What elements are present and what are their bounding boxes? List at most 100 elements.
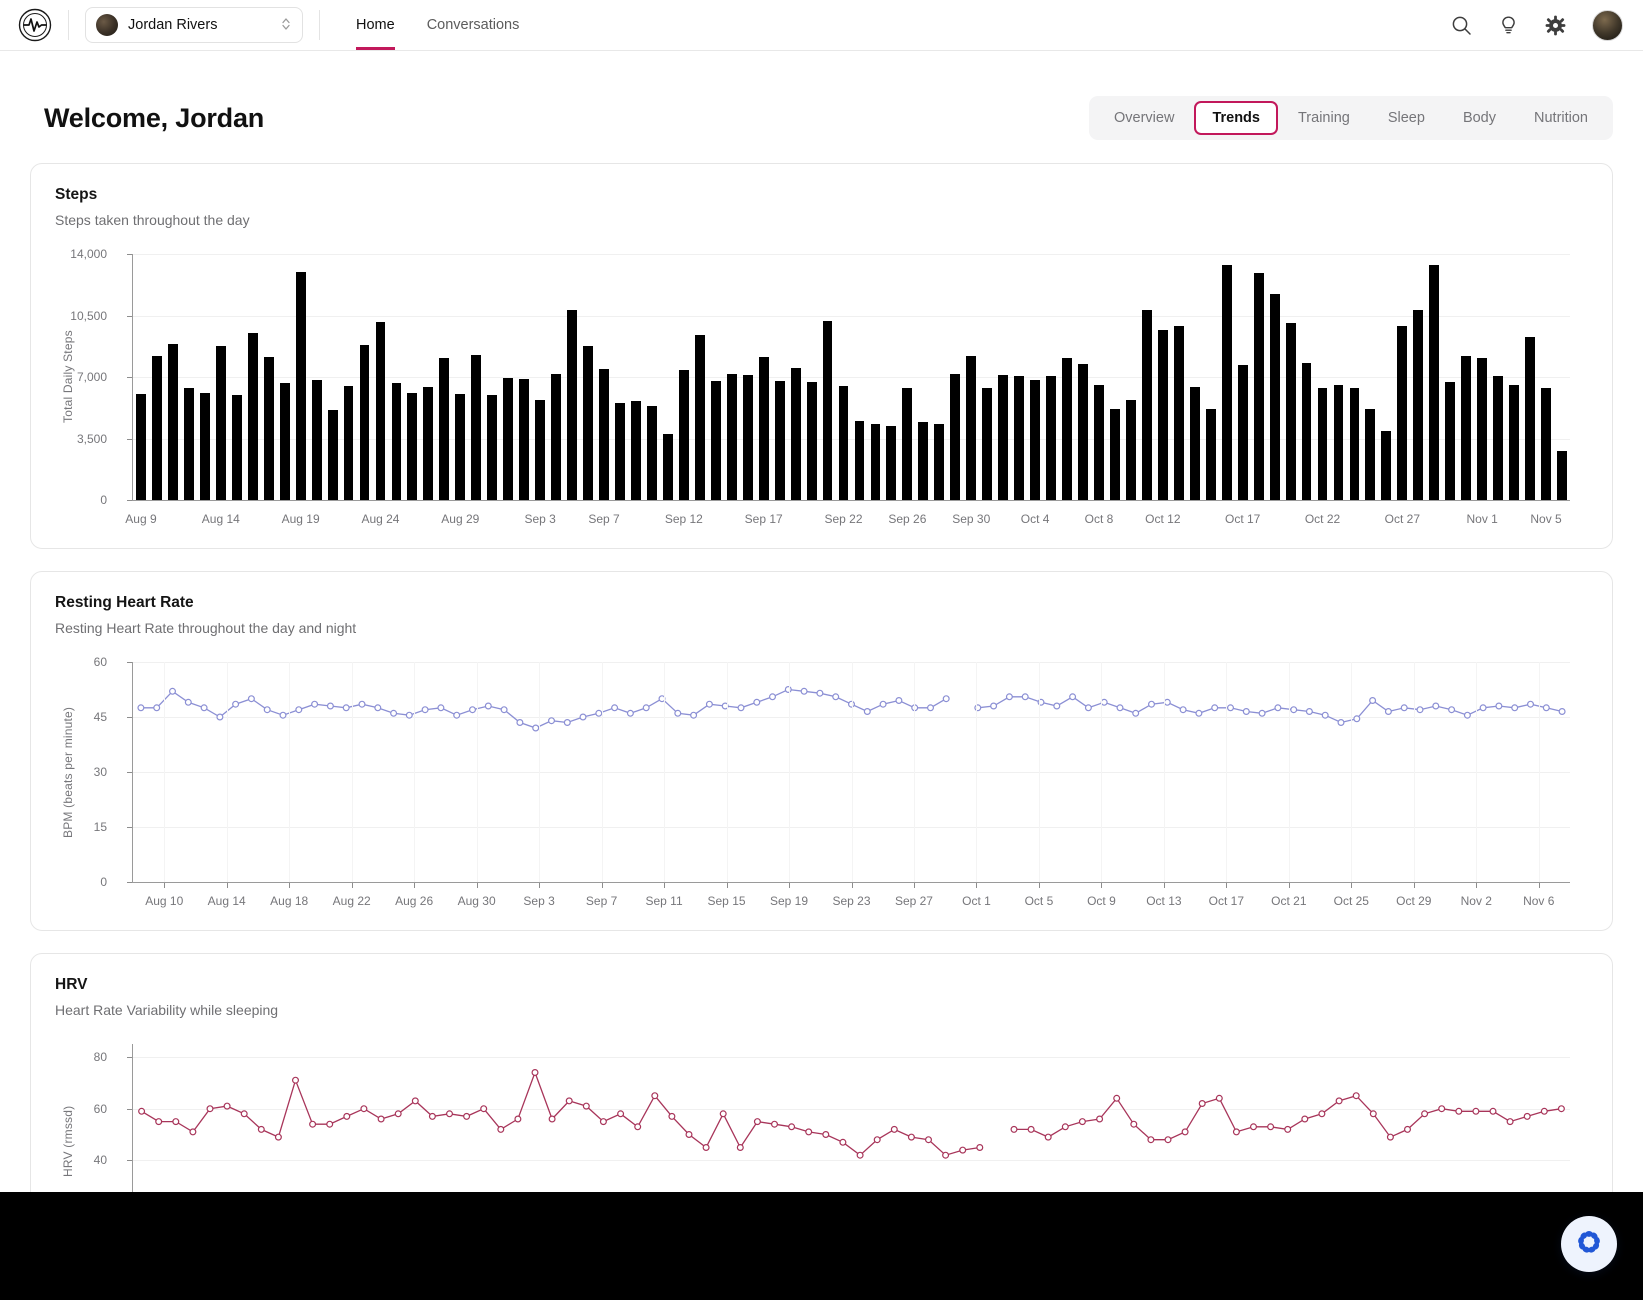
bar — [1189, 386, 1200, 500]
y-axis-spine — [132, 254, 133, 500]
y-tick-mark — [127, 1056, 132, 1058]
card-rhr-title: Resting Heart Rate — [55, 594, 194, 611]
x-tick-label: Oct 9 — [1087, 894, 1116, 908]
gridline-vertical — [1226, 662, 1228, 882]
x-tick-label: Nov 6 — [1523, 894, 1555, 908]
search-icon[interactable] — [1451, 15, 1472, 36]
gridline-vertical — [976, 662, 978, 882]
gridline-vertical — [539, 662, 541, 882]
nav-divider-right — [319, 10, 320, 40]
x-tick-mark — [1038, 883, 1040, 888]
card-rhr-subtitle: Resting Heart Rate throughout the day an… — [55, 620, 357, 636]
bar — [934, 423, 945, 500]
bar — [838, 385, 849, 500]
nav-divider-left — [68, 10, 69, 40]
bar — [503, 377, 514, 500]
gridline-vertical — [1288, 662, 1290, 882]
bar — [822, 320, 833, 500]
bar — [982, 387, 993, 500]
nav-actions — [1451, 9, 1623, 41]
x-tick-mark — [1413, 883, 1415, 888]
gridline-vertical — [351, 662, 353, 882]
x-tick-mark — [289, 883, 291, 888]
x-tick-label: Oct 29 — [1396, 894, 1432, 908]
bar — [327, 410, 338, 500]
top-navigation-bar: Jordan Rivers Home Conversations — [0, 0, 1643, 51]
user-selector[interactable]: Jordan Rivers — [85, 7, 303, 43]
y-tick-mark — [127, 772, 132, 773]
trends-tabbar: Overview Trends Training Sleep Body Nutr… — [1089, 96, 1613, 140]
bar — [774, 380, 785, 500]
y-tick-mark — [127, 717, 132, 718]
nav-link-home[interactable]: Home — [340, 0, 411, 50]
tab-training[interactable]: Training — [1280, 101, 1368, 135]
bar — [918, 421, 929, 500]
x-tick-mark — [913, 883, 915, 888]
bar — [1301, 362, 1312, 500]
bar — [854, 420, 865, 500]
viewport-bottom-mask — [0, 1192, 1643, 1300]
y-tick-label: 60 — [93, 1101, 107, 1116]
bar — [167, 343, 178, 500]
bar — [1397, 326, 1408, 500]
x-tick-label: Aug 22 — [332, 894, 371, 908]
bar — [311, 379, 322, 500]
gridline-vertical — [289, 662, 291, 882]
gridline-vertical — [913, 662, 915, 882]
x-tick-label: Oct 17 — [1208, 894, 1245, 908]
chat-launcher-button[interactable] — [1561, 1216, 1617, 1272]
x-tick-label: Sep 17 — [744, 512, 783, 526]
bar — [1381, 431, 1392, 500]
bar — [998, 375, 1009, 500]
x-tick-mark — [789, 883, 791, 888]
x-tick-label: Aug 18 — [270, 894, 309, 908]
tab-overview-label: Overview — [1114, 110, 1175, 126]
pulse-circle-logo[interactable] — [18, 8, 52, 42]
x-tick-mark — [1288, 883, 1290, 888]
tab-sleep[interactable]: Sleep — [1370, 101, 1443, 135]
nav-link-home-label: Home — [356, 17, 395, 33]
bar — [567, 310, 578, 500]
x-tick-label: Aug 14 — [207, 894, 246, 908]
bar — [1509, 384, 1520, 500]
gridline-vertical — [1101, 662, 1103, 882]
bar — [662, 434, 673, 500]
x-tick-mark — [1101, 883, 1103, 888]
x-tick-label: Oct 5 — [1024, 894, 1054, 908]
bar — [710, 381, 721, 500]
bar — [1285, 323, 1296, 500]
bar — [1541, 388, 1551, 500]
gridline-vertical — [726, 662, 728, 882]
x-tick-label: Oct 25 — [1333, 894, 1369, 908]
tab-trends[interactable]: Trends — [1194, 101, 1278, 135]
y-tick-label: 3,500 — [76, 431, 107, 446]
gridline-vertical — [1538, 662, 1540, 882]
x-tick-label: Aug 26 — [395, 894, 434, 908]
bar — [152, 355, 162, 500]
y-axis-ticks: 0 15 30 45 60 — [55, 655, 107, 918]
tab-nutrition[interactable]: Nutrition — [1516, 101, 1606, 135]
bar — [1253, 273, 1264, 500]
bar — [615, 403, 625, 500]
updown-chevron-icon — [280, 16, 292, 34]
bar — [966, 355, 977, 500]
y-tick-label: 30 — [93, 765, 107, 779]
nav-link-conversations[interactable]: Conversations — [411, 0, 536, 50]
tab-body[interactable]: Body — [1445, 101, 1514, 135]
lightbulb-icon[interactable] — [1498, 15, 1519, 36]
y-tick-mark — [127, 438, 132, 440]
tab-overview[interactable]: Overview — [1096, 101, 1192, 135]
bar — [758, 356, 769, 500]
gridline-vertical — [164, 662, 166, 882]
gridline-vertical — [789, 662, 791, 882]
steps-bar-chart: Total Daily Steps 0 3,500 7,000 10,500 14,000… — [55, 247, 1588, 536]
bar — [950, 374, 961, 500]
x-tick-label: Sep 7 — [585, 894, 618, 908]
x-tick-mark — [1351, 883, 1353, 888]
x-tick-label: Oct 17 — [1224, 512, 1261, 526]
y-axis-ticks: 0 3,500 7,000 10,500 14,000 — [55, 247, 107, 536]
bar — [806, 382, 817, 500]
bar — [902, 388, 913, 500]
avatar[interactable] — [1592, 9, 1623, 41]
gear-icon[interactable] — [1545, 15, 1566, 36]
